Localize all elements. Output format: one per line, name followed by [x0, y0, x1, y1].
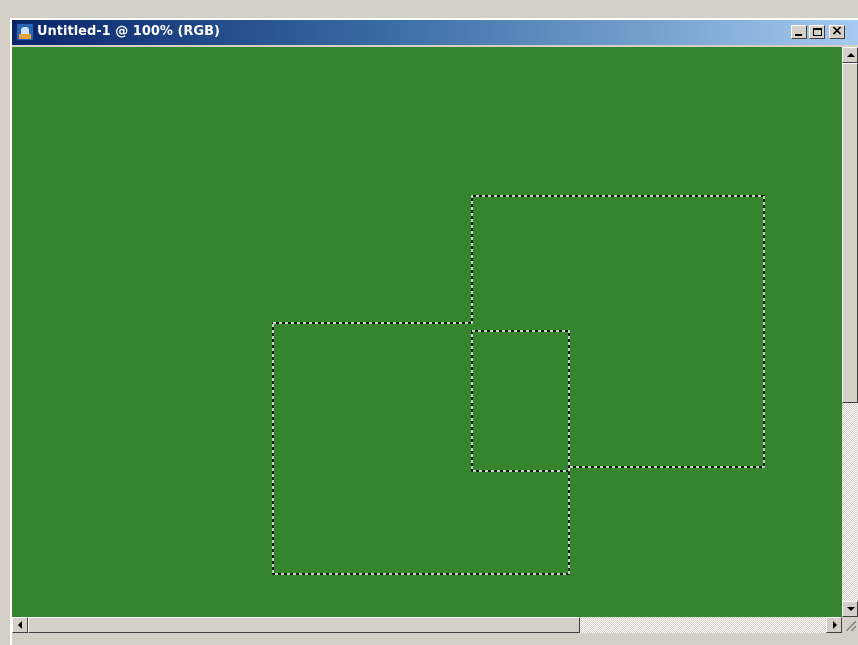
resize-grip-icon[interactable] [842, 617, 858, 633]
selection-intersection-outline[interactable] [471, 330, 570, 472]
selection-marquee-outline[interactable] [272, 195, 765, 575]
arrow-down-icon [847, 607, 855, 611]
maximize-icon [813, 28, 822, 36]
arrow-left-icon [18, 621, 22, 629]
selection-overlay [272, 195, 765, 575]
vertical-scrollbar[interactable] [842, 47, 858, 617]
scroll-down-button[interactable] [842, 601, 858, 617]
photoshop-document-icon[interactable] [16, 23, 34, 41]
close-button[interactable]: × [829, 23, 845, 39]
close-icon: × [831, 23, 843, 39]
horizontal-scrollbar[interactable] [12, 617, 842, 633]
window-bottom-edge [12, 633, 858, 645]
minimize-icon [795, 34, 802, 36]
title-bar[interactable]: Untitled-1 @ 100% (RGB) × [12, 20, 858, 45]
horizontal-scroll-thumb[interactable] [28, 617, 580, 633]
minimize-button[interactable] [791, 25, 807, 39]
document-canvas[interactable] [12, 47, 842, 617]
scroll-right-button[interactable] [826, 617, 842, 633]
arrow-up-icon [847, 53, 855, 57]
scroll-up-button[interactable] [842, 47, 858, 63]
scroll-left-button[interactable] [12, 617, 28, 633]
document-window: Untitled-1 @ 100% (RGB) × [10, 18, 858, 645]
maximize-button[interactable] [809, 25, 825, 39]
arrow-right-icon [833, 621, 837, 629]
vertical-scroll-thumb[interactable] [842, 63, 858, 403]
window-title: Untitled-1 @ 100% (RGB) [37, 24, 220, 39]
